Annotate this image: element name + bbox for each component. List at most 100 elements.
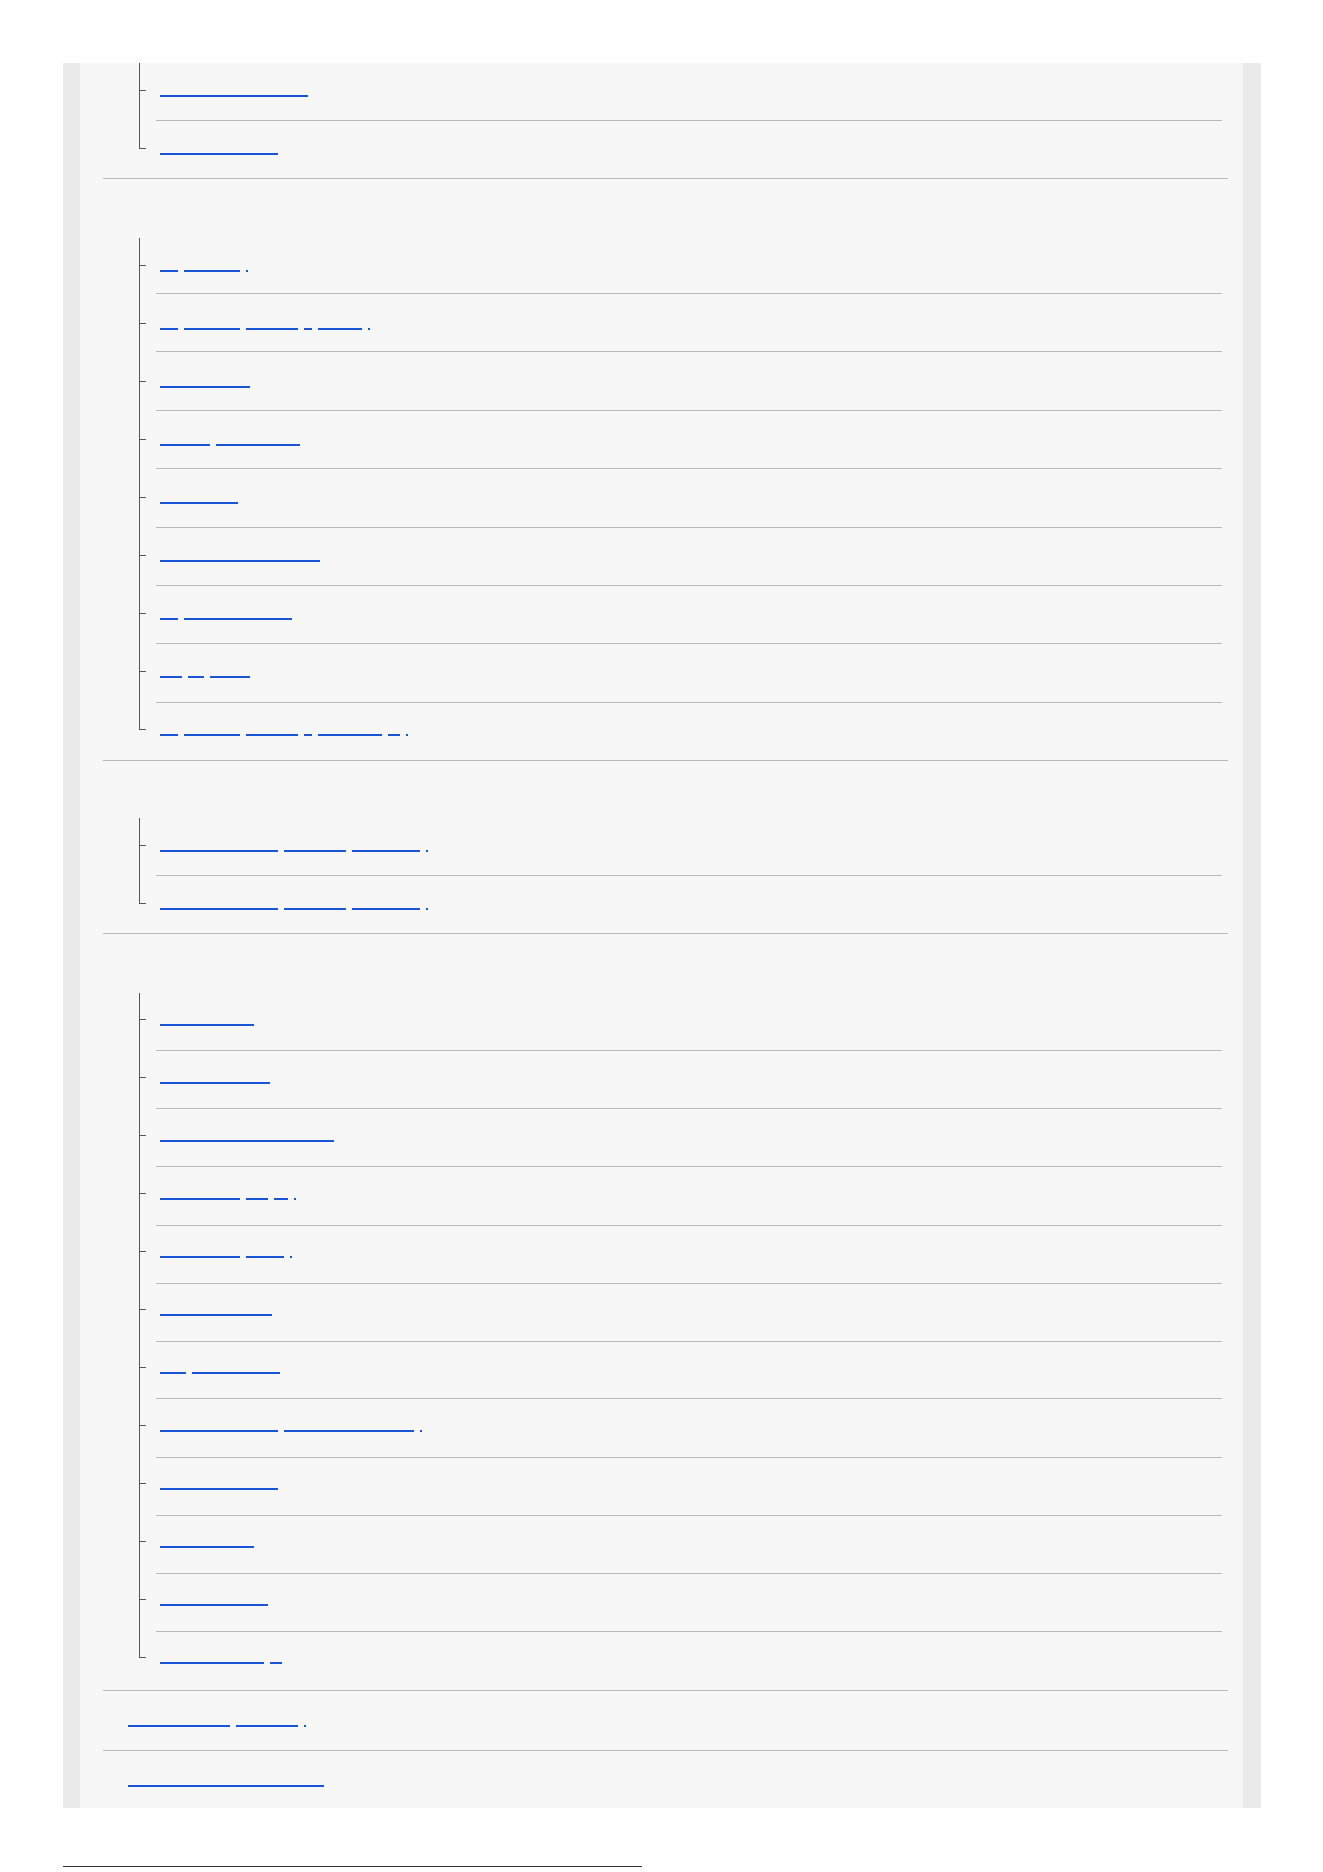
toc-row-divider xyxy=(156,120,1222,121)
toc-row-divider xyxy=(156,1515,1222,1516)
link-underline xyxy=(160,153,278,155)
toc-row-divider xyxy=(156,643,1222,644)
tree-branch-tick xyxy=(139,903,146,904)
toc-link[interactable] xyxy=(160,1648,288,1664)
link-underline xyxy=(236,1725,298,1727)
link-period xyxy=(426,850,428,852)
link-underline xyxy=(270,1662,282,1664)
link-underline xyxy=(246,1256,284,1258)
link-period xyxy=(246,270,248,272)
toc-link[interactable] xyxy=(160,372,256,388)
link-underline xyxy=(160,1662,264,1664)
link-underline xyxy=(128,1725,230,1727)
toc-row-divider xyxy=(156,1341,1222,1342)
toc-row-divider xyxy=(156,1225,1222,1226)
tree-connector-line xyxy=(139,63,140,148)
footer-rule xyxy=(63,1866,642,1867)
link-underline xyxy=(274,1198,288,1200)
toc-link[interactable] xyxy=(160,430,306,446)
tree-branch-tick xyxy=(139,1019,146,1020)
link-underline xyxy=(246,328,298,330)
link-period xyxy=(304,1725,306,1727)
toc-section-divider xyxy=(103,178,1228,179)
toc-row-divider xyxy=(156,1166,1222,1167)
link-underline xyxy=(160,850,278,852)
link-underline xyxy=(160,618,178,620)
link-underline xyxy=(318,328,362,330)
toc-link[interactable] xyxy=(160,488,244,504)
link-underline xyxy=(160,1082,270,1084)
link-underline xyxy=(216,444,300,446)
toc-link[interactable] xyxy=(160,1416,428,1432)
link-underline xyxy=(284,1430,414,1432)
toc-row-divider xyxy=(156,585,1222,586)
toc-link[interactable] xyxy=(160,662,256,678)
toc-link[interactable] xyxy=(160,1358,286,1374)
toc-link[interactable] xyxy=(160,314,376,330)
tree-branch-tick xyxy=(139,729,146,730)
tree-branch-tick xyxy=(139,613,146,614)
link-underline xyxy=(160,734,178,736)
toc-section-divider xyxy=(103,760,1228,761)
toc-top-link[interactable] xyxy=(128,1771,330,1787)
toc-row-divider xyxy=(156,702,1222,703)
tree-connector-line xyxy=(139,238,140,729)
toc-top-link[interactable] xyxy=(128,1711,312,1727)
tree-branch-tick xyxy=(139,90,146,91)
link-underline xyxy=(388,734,400,736)
link-underline xyxy=(284,850,346,852)
link-underline xyxy=(160,1024,254,1026)
toc-link[interactable] xyxy=(160,139,284,155)
link-underline xyxy=(160,1198,240,1200)
link-underline xyxy=(352,908,420,910)
link-underline xyxy=(160,676,182,678)
link-underline xyxy=(160,1314,272,1316)
toc-link[interactable] xyxy=(160,1184,302,1200)
toc-link[interactable] xyxy=(160,256,254,272)
link-underline xyxy=(128,1785,324,1787)
link-underline xyxy=(160,1546,254,1548)
toc-row-divider xyxy=(156,527,1222,528)
link-underline xyxy=(246,734,298,736)
link-period xyxy=(406,734,408,736)
toc-link[interactable] xyxy=(160,1242,298,1258)
tree-branch-tick xyxy=(139,1251,146,1252)
toc-link[interactable] xyxy=(160,604,298,620)
toc-link[interactable] xyxy=(160,1010,260,1026)
toc-row-divider xyxy=(156,351,1222,352)
toc-link[interactable] xyxy=(160,1474,284,1490)
toc-link[interactable] xyxy=(160,836,434,852)
toc-row-divider xyxy=(156,1398,1222,1399)
toc-link[interactable] xyxy=(160,1590,274,1606)
link-underline xyxy=(160,386,250,388)
link-period xyxy=(290,1256,292,1258)
link-underline xyxy=(160,1430,278,1432)
link-underline xyxy=(284,908,346,910)
tree-branch-tick xyxy=(139,1193,146,1194)
link-underline xyxy=(160,95,308,97)
toc-link[interactable] xyxy=(160,1068,276,1084)
link-period xyxy=(426,908,428,910)
link-underline xyxy=(192,1372,280,1374)
toc-link[interactable] xyxy=(160,1532,260,1548)
tree-branch-tick xyxy=(139,1135,146,1136)
tree-branch-tick xyxy=(139,323,146,324)
toc-link[interactable] xyxy=(160,1126,340,1142)
tree-branch-tick xyxy=(139,1077,146,1078)
toc-link[interactable] xyxy=(160,720,414,736)
link-underline xyxy=(160,560,320,562)
tree-branch-tick xyxy=(139,1657,146,1658)
toc-link[interactable] xyxy=(160,894,434,910)
link-underline xyxy=(188,676,204,678)
tree-branch-tick xyxy=(139,497,146,498)
tree-branch-tick xyxy=(139,1599,146,1600)
tree-branch-tick xyxy=(139,265,146,266)
toc-row-divider xyxy=(156,1573,1222,1574)
toc-link[interactable] xyxy=(160,81,314,97)
link-underline xyxy=(246,1198,268,1200)
toc-link[interactable] xyxy=(160,546,326,562)
tree-branch-tick xyxy=(139,845,146,846)
link-underline xyxy=(160,1256,240,1258)
toc-section-divider xyxy=(103,1750,1228,1751)
toc-link[interactable] xyxy=(160,1300,278,1316)
